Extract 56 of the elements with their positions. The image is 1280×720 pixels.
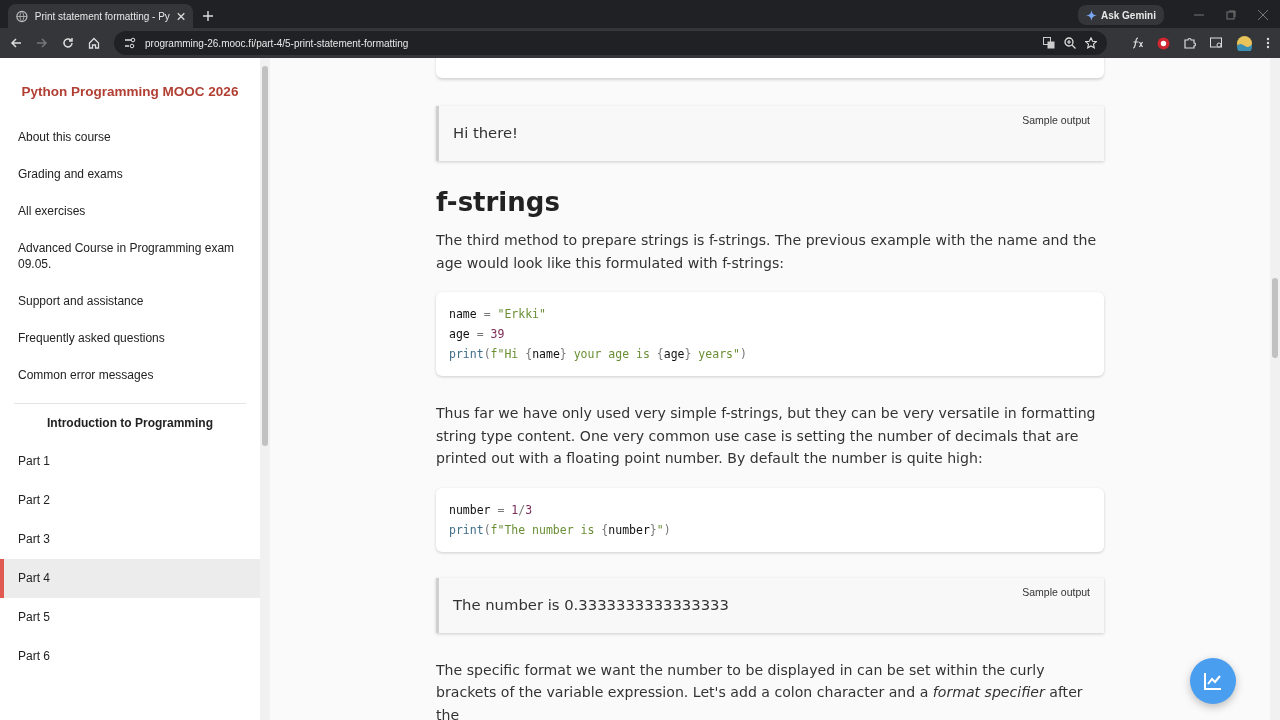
output-text: The number is 0.3333333333333333 bbox=[453, 595, 730, 613]
avatar-icon[interactable] bbox=[1237, 35, 1252, 51]
sidebar-link[interactable]: Part 4 bbox=[0, 559, 260, 598]
code-line: age = 39 bbox=[449, 326, 506, 343]
sidebar-link[interactable]: Common error messages bbox=[0, 357, 260, 393]
stats-button[interactable] bbox=[1190, 658, 1236, 704]
paragraph: The specific format we want the number to be displayed in can be set within the curly brackets of the variable expression. Let's add a colon character and a format specifier after the bbox=[436, 660, 1084, 720]
code-line: number = 1/3 bbox=[449, 501, 534, 519]
sidebar-link[interactable]: Grading and exams bbox=[0, 156, 260, 192]
paragraph: Thus far we have only used very simple f-strings, but they can be very versatile in formatting string type content. One very common use case is setting the number of decimals that are printed out with a floating point number. By default the number is quite high: bbox=[436, 404, 1097, 468]
course-title[interactable]: Python Programming MOOC 2026 bbox=[0, 84, 260, 99]
section-heading: Introduction to Programming bbox=[46, 416, 214, 432]
function-icon[interactable] bbox=[1131, 37, 1143, 49]
browser-tab[interactable]: Print statement formatting - Py bbox=[8, 4, 193, 28]
output-text: Hi there! bbox=[453, 124, 520, 141]
tab-search-icon[interactable] bbox=[1210, 37, 1223, 49]
address-bar[interactable]: programming-26.mooc.fi/part-4/5-print-statement-formatting bbox=[114, 31, 1107, 55]
restore-icon[interactable] bbox=[1226, 10, 1236, 20]
translate-icon[interactable] bbox=[1043, 37, 1055, 49]
output-label: Sample output bbox=[1022, 114, 1090, 126]
back-icon[interactable] bbox=[10, 37, 22, 49]
sidebar-link[interactable]: About this course bbox=[0, 119, 260, 155]
zoom-icon[interactable] bbox=[1064, 37, 1076, 49]
code-line: print(f"The number is {number}") bbox=[449, 521, 672, 539]
puzzle-icon[interactable] bbox=[1184, 37, 1196, 49]
forward-icon[interactable] bbox=[36, 37, 48, 49]
tab-title: Print statement formatting - Py bbox=[34, 10, 170, 22]
menu-icon[interactable] bbox=[1266, 37, 1270, 49]
sidebar-link[interactable]: Part 6 bbox=[0, 637, 260, 676]
sidebar-link[interactable]: Part 2 bbox=[0, 481, 260, 520]
sidebar-link[interactable]: Support and assistance bbox=[0, 283, 260, 319]
line-chart-icon bbox=[1203, 671, 1223, 691]
sidebar-link[interactable]: Part 3 bbox=[0, 520, 260, 559]
sidebar-link[interactable]: All exercises bbox=[0, 193, 260, 229]
reload-icon[interactable] bbox=[62, 37, 74, 49]
output-label: Sample output bbox=[1022, 585, 1090, 598]
site-settings-icon[interactable] bbox=[124, 37, 136, 49]
code-line: name = "Erkki" bbox=[449, 306, 547, 323]
code-line: print(f"Hi {name} your age is {age} years") bbox=[449, 346, 748, 363]
sidebar-link[interactable]: Part 5 bbox=[0, 598, 260, 637]
home-icon[interactable] bbox=[88, 37, 100, 49]
scrollbar[interactable] bbox=[260, 58, 270, 720]
record-icon[interactable] bbox=[1157, 36, 1170, 50]
sidebar-link[interactable]: Part 1 bbox=[0, 442, 260, 481]
paragraph: The third method to prepare strings is f-strings. The previous example with the name and the age would look like this formulated with f-strings: bbox=[436, 231, 1098, 273]
sidebar-link[interactable]: Advanced Course in Programming exam 09.05. bbox=[0, 230, 260, 282]
star-icon[interactable] bbox=[1085, 37, 1097, 49]
sidebar-link[interactable]: Frequently asked questions bbox=[0, 320, 260, 356]
scrollbar[interactable] bbox=[1270, 58, 1280, 720]
new-tab-icon[interactable] bbox=[203, 11, 213, 21]
sparkle-icon bbox=[1085, 9, 1097, 21]
globe-icon bbox=[16, 9, 28, 23]
section-heading: f-strings bbox=[436, 187, 561, 217]
url-text: programming-26.mooc.fi/part-4/5-print-statement-formatting bbox=[145, 37, 409, 49]
close-icon[interactable] bbox=[1258, 10, 1268, 20]
ask-gemini-button[interactable]: Ask Gemini bbox=[1077, 5, 1164, 25]
